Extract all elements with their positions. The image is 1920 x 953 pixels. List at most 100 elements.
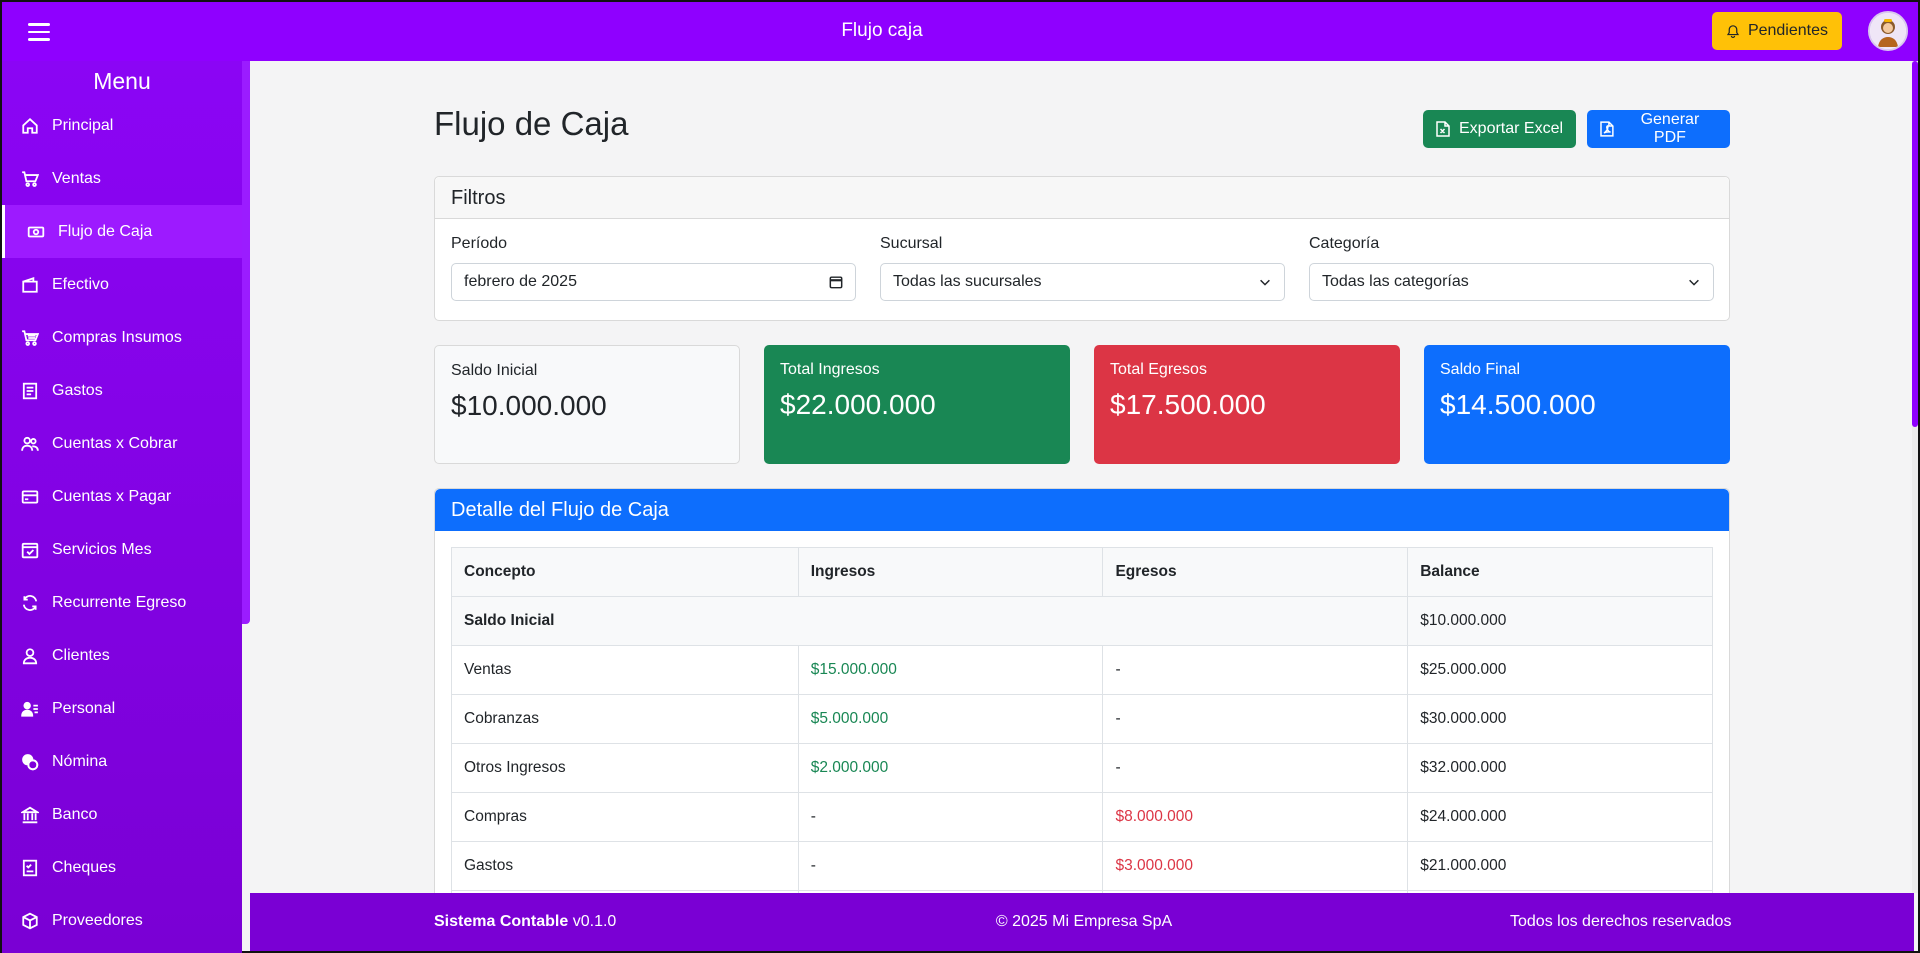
sidebar-item-personal[interactable]: Personal (2, 682, 242, 735)
period-input[interactable]: febrero de 2025 (451, 263, 856, 301)
category-filter: Categoría Todas las categorías (1309, 235, 1714, 301)
cell-expense: - (1102, 645, 1409, 695)
category-value: Todas las categorías (1322, 273, 1469, 290)
cell-concept: Ventas (451, 645, 799, 695)
sidebar-item-gastos[interactable]: Gastos (2, 364, 242, 417)
period-value: febrero de 2025 (464, 273, 577, 290)
sidebar-item-label: Nómina (52, 752, 108, 770)
detail-title: Detalle del Flujo de Caja (435, 489, 1729, 531)
sidebar-item-label: Ventas (52, 169, 101, 187)
sidebar-item-compras-insumos[interactable]: Compras Insumos (2, 311, 242, 364)
user-avatar[interactable] (1868, 11, 1908, 51)
file-excel-icon (1436, 121, 1450, 137)
table-row-initial-balance: Saldo Inicial $10.000.000 (450, 596, 1713, 646)
page-title: Flujo de Caja (434, 105, 629, 142)
cart-full-icon (20, 328, 40, 348)
table-row: Otros Ingresos $2.000.000 - $32.000.000 (451, 743, 1713, 793)
footer: Sistema Contable v0.1.0 © 2025 Mi Empres… (250, 893, 1914, 951)
export-excel-button[interactable]: Exportar Excel (1423, 110, 1577, 148)
sidebar-item-ventas[interactable]: Ventas (2, 152, 242, 205)
cell-expense: $8.000.000 (1102, 792, 1409, 842)
filters-title: Filtros (435, 177, 1729, 219)
cell-concept: Saldo Inicial (450, 596, 1409, 646)
box-icon (20, 911, 40, 931)
generate-pdf-label: Generar PDF (1640, 111, 1700, 146)
period-label: Período (451, 235, 508, 252)
filters-card: Filtros Período febrero de 2025 Sucursal… (434, 176, 1730, 321)
pending-button[interactable]: Pendientes (1711, 12, 1842, 50)
cell-concept: Cobranzas (451, 694, 799, 744)
calendar-icon (829, 276, 843, 289)
total-expense-label: Total Egresos (1110, 361, 1207, 378)
sidebar-item-cuentas-x-cobrar[interactable]: Cuentas x Cobrar (2, 417, 242, 470)
sidebar-item-banco[interactable]: Banco (2, 788, 242, 841)
table-row: Cobranzas $5.000.000 - $30.000.000 (451, 694, 1713, 744)
sidebar-item-label: Cuentas x Cobrar (52, 434, 178, 452)
avatar-icon (1870, 13, 1906, 49)
sidebar-item-servicios-mes[interactable]: Servicios Mes (2, 523, 242, 576)
person-icon (20, 646, 40, 666)
sidebar-item-cheques[interactable]: Cheques (2, 841, 242, 894)
chevron-down-icon (1689, 279, 1699, 286)
column-header: Concepto (451, 547, 799, 597)
cell-income: - (797, 792, 1104, 842)
cell-balance: $10.000.000 (1407, 596, 1713, 646)
sidebar-item-principal[interactable]: Principal (2, 99, 242, 152)
people-icon (20, 434, 40, 454)
total-income-card: Total Ingresos $22.000.000 (764, 345, 1070, 464)
sidebar-item-efectivo[interactable]: Efectivo (2, 258, 242, 311)
total-expense-card: Total Egresos $17.500.000 (1094, 345, 1400, 464)
bank-icon (20, 805, 40, 825)
table-row: Gastos - $3.000.000 $21.000.000 (451, 841, 1713, 891)
wallet-icon (20, 275, 40, 295)
branch-value: Todas las sucursales (893, 273, 1042, 290)
cell-concept: Gastos (451, 841, 799, 891)
sidebar-item-label: Servicios Mes (52, 540, 152, 558)
sidebar-item-nomina[interactable]: Nómina (2, 735, 242, 788)
initial-balance-card: Saldo Inicial $10.000.000 (434, 345, 740, 464)
cash-flow-table: Concepto Ingresos Egresos Balance Saldo … (450, 547, 1713, 895)
sidebar-item-clientes[interactable]: Clientes (2, 629, 242, 682)
sidebar-item-proveedores[interactable]: Proveedores (2, 894, 242, 947)
chevron-down-icon (1260, 279, 1270, 286)
sidebar-item-label: Flujo de Caja (58, 222, 153, 240)
category-select[interactable]: Todas las categorías (1309, 263, 1714, 301)
cell-balance: $32.000.000 (1407, 743, 1713, 793)
sidebar-item-label: Cheques (52, 858, 117, 876)
bell-icon (1726, 24, 1740, 38)
branch-select[interactable]: Todas las sucursales (880, 263, 1285, 301)
sidebar-item-label: Clientes (52, 646, 110, 664)
cash-flow-detail-card: Detalle del Flujo de Caja Concepto Ingre… (434, 488, 1730, 895)
sidebar-item-recurrente-egreso[interactable]: Recurrente Egreso (2, 576, 242, 629)
initial-balance-value: $10.000.000 (451, 390, 607, 421)
initial-balance-label: Saldo Inicial (451, 362, 538, 379)
cell-expense: - (1102, 694, 1409, 744)
page-scrollbar-thumb[interactable] (1912, 61, 1918, 427)
page-scrollbar[interactable] (1912, 61, 1918, 893)
sidebar-item-label: Recurrente Egreso (52, 593, 187, 611)
footer-rights: Todos los derechos reservados (1510, 913, 1732, 930)
sidebar-item-label: Banco (52, 805, 98, 823)
branch-label: Sucursal (880, 235, 943, 252)
sidebar-item-flujo-de-caja[interactable]: Flujo de Caja (2, 205, 242, 258)
sidebar-item-cuentas-x-pagar[interactable]: Cuentas x Pagar (2, 470, 242, 523)
calendar-check-icon (20, 540, 40, 560)
table-row: Ventas $15.000.000 - $25.000.000 (451, 645, 1713, 695)
credit-card-icon (20, 487, 40, 507)
generate-pdf-button[interactable]: Generar PDF (1587, 110, 1730, 148)
refresh-icon (20, 593, 40, 613)
period-filter: Período febrero de 2025 (451, 235, 856, 301)
final-balance-card: Saldo Final $14.500.000 (1424, 345, 1730, 464)
receipt-icon (20, 381, 40, 401)
file-pdf-icon (1600, 121, 1614, 137)
cell-income: $5.000.000 (797, 694, 1104, 744)
cell-income: $15.000.000 (797, 645, 1104, 695)
coins-icon (20, 752, 40, 772)
person-lines-icon (20, 699, 40, 719)
sidebar-scrollbar[interactable] (242, 61, 250, 624)
top-bar: Flujo caja Pendientes (2, 2, 1918, 61)
cell-expense: $3.000.000 (1102, 841, 1409, 891)
category-label: Categoría (1309, 235, 1380, 252)
cell-balance: $21.000.000 (1407, 841, 1713, 891)
table-row: Compras - $8.000.000 $24.000.000 (451, 792, 1713, 842)
